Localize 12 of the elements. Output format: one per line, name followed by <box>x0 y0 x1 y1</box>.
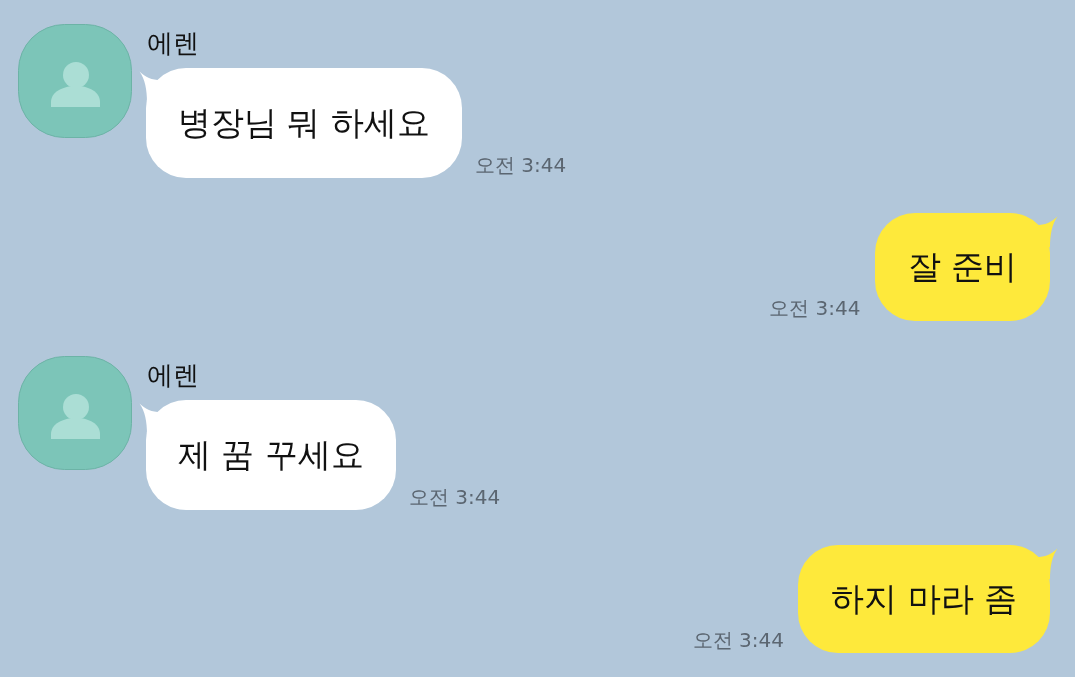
avatar-icon[interactable] <box>18 24 132 138</box>
sender-name: 에렌 <box>147 27 199 60</box>
message-text: 하지 마라 좀 <box>831 578 1017 620</box>
message-time: 오전 3:44 <box>409 485 501 509</box>
message-time: 오전 3:44 <box>692 628 784 652</box>
message-text: 제 꿈 꾸세요 <box>178 434 364 476</box>
message-text: 병장님 뭐 하세요 <box>178 102 430 144</box>
message-text: 잘 준비 <box>907 246 1017 288</box>
avatar-icon[interactable] <box>18 356 132 470</box>
sender-name: 에렌 <box>147 359 199 392</box>
message-time: 오전 3:44 <box>769 296 861 320</box>
message-time: 오전 3:44 <box>475 153 567 177</box>
